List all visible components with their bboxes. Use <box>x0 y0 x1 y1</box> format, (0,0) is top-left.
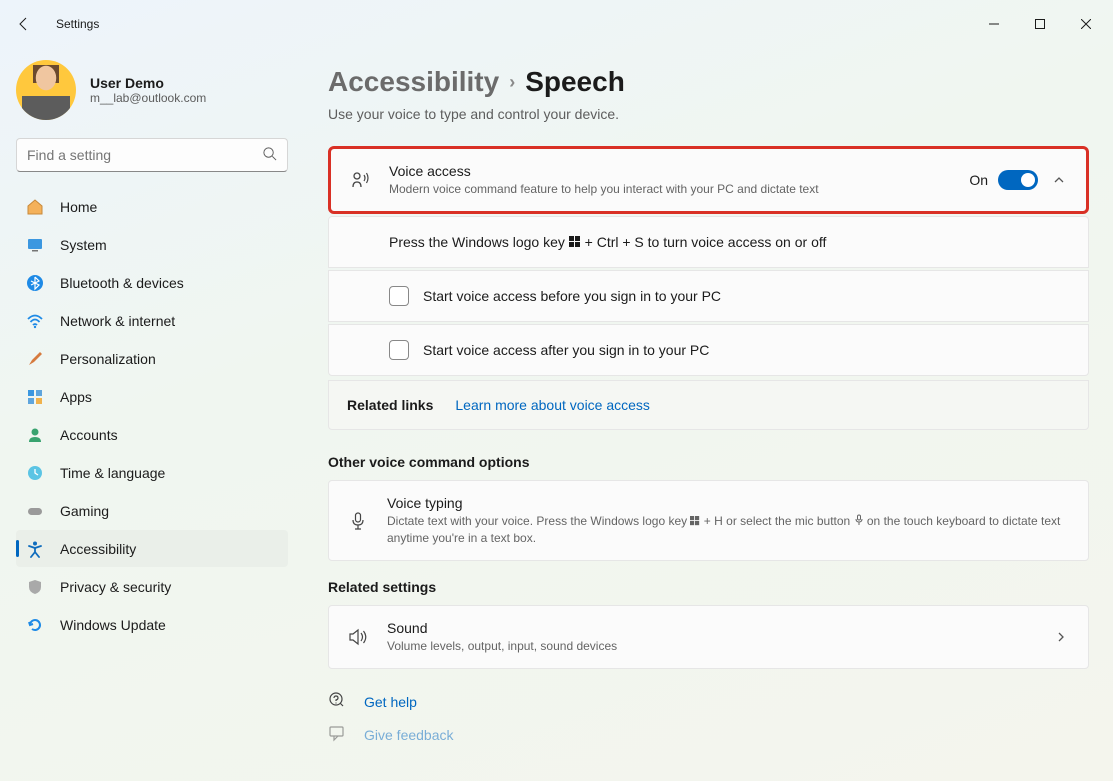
give-feedback-link[interactable]: Give feedback <box>328 724 1089 745</box>
toggle-switch[interactable] <box>998 170 1038 190</box>
checkbox-before-signin[interactable] <box>389 286 409 306</box>
sidebar-item-privacy[interactable]: Privacy & security <box>16 568 288 605</box>
shield-icon <box>26 578 44 596</box>
sound-icon <box>347 626 369 648</box>
person-icon <box>26 426 44 444</box>
chevron-right-icon: › <box>509 72 515 93</box>
user-email: m__lab@outlook.com <box>90 91 206 105</box>
page-subtitle: Use your voice to type and control your … <box>328 106 1089 122</box>
accessibility-icon <box>26 540 44 558</box>
close-button[interactable] <box>1063 8 1109 40</box>
sound-desc: Volume levels, output, input, sound devi… <box>387 638 1034 654</box>
sidebar-item-update[interactable]: Windows Update <box>16 606 288 643</box>
apps-icon <box>26 388 44 406</box>
sidebar-item-network[interactable]: Network & internet <box>16 302 288 339</box>
maximize-button[interactable] <box>1017 8 1063 40</box>
voice-access-card[interactable]: Voice access Modern voice command featur… <box>328 146 1089 214</box>
voice-access-toggle[interactable]: On <box>969 170 1038 190</box>
sidebar-item-home[interactable]: Home <box>16 188 288 225</box>
sidebar-item-accessibility[interactable]: Accessibility <box>16 530 288 567</box>
gamepad-icon <box>26 502 44 520</box>
clock-icon <box>26 464 44 482</box>
other-options-heading: Other voice command options <box>328 454 1089 470</box>
bluetooth-icon <box>26 274 44 292</box>
mic-inline-icon <box>854 514 864 530</box>
app-title: Settings <box>56 17 99 31</box>
chevron-up-icon[interactable] <box>1050 173 1068 187</box>
sidebar-item-time[interactable]: Time & language <box>16 454 288 491</box>
sidebar-item-system[interactable]: System <box>16 226 288 263</box>
avatar <box>16 60 76 120</box>
sidebar-item-apps[interactable]: Apps <box>16 378 288 415</box>
voice-access-desc: Modern voice command feature to help you… <box>389 181 951 197</box>
voice-access-after-signin-row[interactable]: Start voice access after you sign in to … <box>328 324 1089 376</box>
voice-typing-card: Voice typing Dictate text with your voic… <box>328 480 1089 561</box>
home-icon <box>26 198 44 216</box>
voice-access-title: Voice access <box>389 163 951 179</box>
feedback-icon <box>328 724 346 745</box>
help-icon <box>328 691 346 712</box>
search-input[interactable] <box>27 147 262 163</box>
related-settings-heading: Related settings <box>328 579 1089 595</box>
sound-title: Sound <box>387 620 1034 636</box>
voice-access-before-signin-row[interactable]: Start voice access before you sign in to… <box>328 270 1089 322</box>
get-help-link[interactable]: Get help <box>328 691 1089 712</box>
windows-key-icon <box>690 514 700 530</box>
sound-card[interactable]: Sound Volume levels, output, input, soun… <box>328 605 1089 669</box>
sidebar: User Demo m__lab@outlook.com Home System… <box>0 48 300 781</box>
related-links-row: Related links Learn more about voice acc… <box>328 380 1089 430</box>
main-content: Accessibility › Speech Use your voice to… <box>300 48 1113 781</box>
brush-icon <box>26 350 44 368</box>
related-links-label: Related links <box>347 397 433 413</box>
sidebar-item-bluetooth[interactable]: Bluetooth & devices <box>16 264 288 301</box>
minimize-button[interactable] <box>971 8 1017 40</box>
search-box[interactable] <box>16 138 288 172</box>
update-icon <box>26 616 44 634</box>
breadcrumb-parent[interactable]: Accessibility <box>328 66 499 98</box>
back-button[interactable] <box>4 4 44 44</box>
profile[interactable]: User Demo m__lab@outlook.com <box>16 56 288 132</box>
sidebar-item-personalization[interactable]: Personalization <box>16 340 288 377</box>
after-signin-label: Start voice access after you sign in to … <box>423 342 709 358</box>
hotkey-text: Press the Windows logo key + Ctrl + S to… <box>389 234 826 251</box>
wifi-icon <box>26 312 44 330</box>
checkbox-after-signin[interactable] <box>389 340 409 360</box>
voice-typing-title: Voice typing <box>387 495 1070 511</box>
voice-access-hotkey-row: Press the Windows logo key + Ctrl + S to… <box>328 216 1089 268</box>
voice-typing-desc: Dictate text with your voice. Press the … <box>387 513 1070 546</box>
sidebar-item-gaming[interactable]: Gaming <box>16 492 288 529</box>
chevron-right-icon <box>1052 630 1070 644</box>
titlebar: Settings <box>0 0 1113 48</box>
user-name: User Demo <box>90 75 206 91</box>
windows-key-icon <box>569 235 581 251</box>
learn-more-link[interactable]: Learn more about voice access <box>455 397 650 413</box>
sidebar-item-accounts[interactable]: Accounts <box>16 416 288 453</box>
system-icon <box>26 236 44 254</box>
page-title: Speech <box>525 66 625 98</box>
voice-access-icon <box>349 169 371 191</box>
search-icon <box>262 146 277 164</box>
mic-icon <box>347 511 369 531</box>
before-signin-label: Start voice access before you sign in to… <box>423 288 721 304</box>
breadcrumb: Accessibility › Speech <box>328 66 1089 98</box>
